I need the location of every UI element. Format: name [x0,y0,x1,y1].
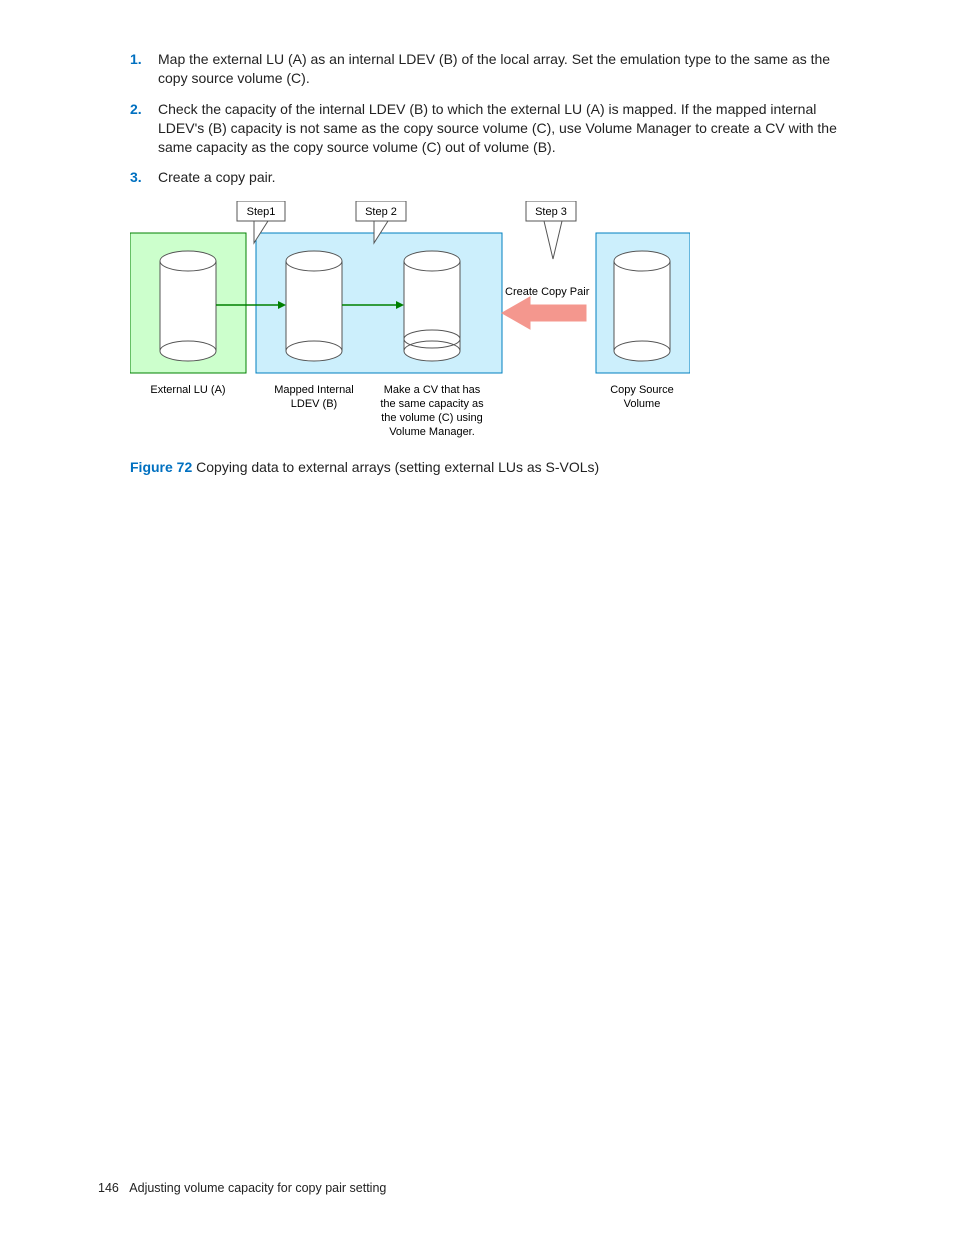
label-makecv-2: the same capacity as [380,398,484,410]
step-text: Check the capacity of the internal LDEV … [158,101,837,155]
step-number: 1. [130,50,142,69]
label-makecv-1: Make a CV that has [384,384,481,396]
step-item: 2. Check the capacity of the internal LD… [130,100,844,157]
step-item: 3. Create a copy pair. [130,168,844,187]
create-copy-pair-label: Create Copy Pair [505,286,590,298]
label-mapped-1: Mapped Internal [274,384,354,396]
figure-number: Figure 72 [130,459,192,475]
page-number: 146 [98,1181,119,1195]
figure-caption: Figure 72 Copying data to external array… [130,459,844,475]
footer-title: Adjusting volume capacity for copy pair … [129,1181,386,1195]
label-copysrc-1: Copy Source [610,384,674,396]
cylinder-mapped-ldev [286,251,342,361]
steps-list: 1. Map the external LU (A) as an interna… [130,50,844,187]
label-copysrc-2: Volume [624,398,661,410]
figure-diagram: Create Copy Pair Step1 Step 2 Step 3 [130,201,844,475]
label-makecv-3: the volume (C) using [381,412,483,424]
svg-text:Step1: Step1 [247,206,276,218]
cylinder-external-lu [160,251,216,361]
step-text: Map the external LU (A) as an internal L… [158,51,830,86]
cylinder-copy-source [614,251,670,361]
svg-text:Step 3: Step 3 [535,206,567,218]
step-number: 3. [130,168,142,187]
diagram-svg: Create Copy Pair Step1 Step 2 Step 3 [130,201,690,451]
page-footer: 146 Adjusting volume capacity for copy p… [98,1181,386,1195]
figure-caption-text: Copying data to external arrays (setting… [192,459,599,475]
label-mapped-2: LDEV (B) [291,398,337,410]
step-text: Create a copy pair. [158,169,276,185]
step3-label: Step 3 [526,201,576,259]
step-number: 2. [130,100,142,119]
step-item: 1. Map the external LU (A) as an interna… [130,50,844,88]
label-external-lu: External LU (A) [150,384,225,396]
svg-text:Step 2: Step 2 [365,206,397,218]
create-copy-pair-arrow [502,297,586,329]
label-makecv-4: Volume Manager. [389,426,475,438]
cylinder-cv [404,251,460,361]
